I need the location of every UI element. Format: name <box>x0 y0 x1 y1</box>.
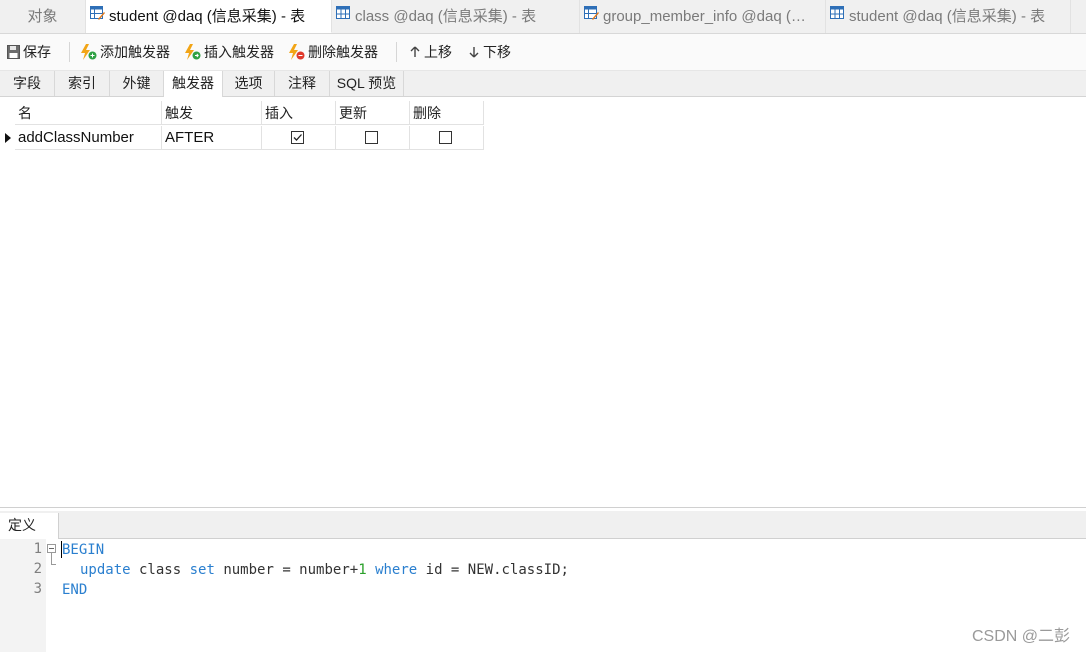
column-header-insert[interactable]: 插入 <box>262 101 336 125</box>
save-icon <box>7 45 20 60</box>
column-header-name[interactable]: 名 <box>15 101 162 125</box>
tab-objects[interactable]: 对象 <box>0 0 86 33</box>
current-row-indicator <box>5 133 11 143</box>
code-text: number = number+ <box>214 562 359 578</box>
insert-trigger-icon <box>185 44 201 61</box>
tab-foreign-keys[interactable]: 外键 <box>110 71 164 96</box>
insert-cell <box>262 126 336 150</box>
move-up-button[interactable]: 上移 <box>409 34 452 70</box>
delete-trigger-button[interactable]: 删除触发器 <box>288 34 378 70</box>
tab-student-design[interactable]: student @daq (信息采集) - 表 <box>86 0 332 33</box>
tab-comments[interactable]: 注释 <box>275 71 330 96</box>
toolbar-divider <box>69 42 70 62</box>
tab-student-table[interactable]: student @daq (信息采集) - 表 <box>826 0 1071 33</box>
code-line-3: END <box>62 580 87 600</box>
table-icon <box>830 0 845 32</box>
delete-cell <box>410 126 484 150</box>
code-text: class <box>130 562 190 578</box>
insert-trigger-button[interactable]: 插入触发器 <box>184 34 274 70</box>
trigger-definition-editor[interactable]: 1 2 3 BEGIN update class set number = nu… <box>0 539 1086 652</box>
toolbar: 保存 添加触发器 插入触发器 删除触发器 上移 下移 <box>0 34 1086 71</box>
tab-label: student @daq (信息采集) - 表 <box>849 8 1046 25</box>
table-design-icon <box>584 0 599 32</box>
tab-class-table[interactable]: class @daq (信息采集) - 表 <box>332 0 580 33</box>
table-design-icon <box>90 0 105 32</box>
keyword: set <box>189 562 215 578</box>
line-number-gutter: 1 2 3 <box>0 539 46 652</box>
fold-toggle-icon[interactable] <box>47 544 56 553</box>
column-header-update[interactable]: 更新 <box>336 101 410 125</box>
arrow-up-icon <box>410 46 420 58</box>
keyword: END <box>62 582 88 598</box>
line-number: 3 <box>33 581 42 597</box>
add-trigger-button[interactable]: 添加触发器 <box>80 34 170 70</box>
insert-checkbox[interactable] <box>291 131 304 144</box>
fold-guide-end <box>51 564 56 565</box>
keyword: BEGIN <box>62 542 105 558</box>
keyword: where <box>375 562 418 578</box>
definition-tab-bar: 定义 <box>0 511 1086 539</box>
update-checkbox[interactable] <box>365 131 378 144</box>
line-number: 2 <box>33 561 42 577</box>
check-icon <box>293 134 302 141</box>
trigger-name-cell[interactable]: addClassNumber <box>15 126 162 150</box>
move-down-button[interactable]: 下移 <box>468 34 511 70</box>
tab-triggers[interactable]: 触发器 <box>164 71 223 97</box>
tab-label: student @daq (信息采集) - 表 <box>109 8 306 25</box>
designer-tab-bar: 字段 索引 外键 触发器 选项 注释 SQL 预览 <box>0 71 1086 97</box>
number-literal: 1 <box>358 562 367 578</box>
add-trigger-label: 添加触发器 <box>100 44 170 60</box>
tab-label: class @daq (信息采集) - 表 <box>355 8 537 25</box>
insert-trigger-label: 插入触发器 <box>204 44 274 60</box>
arrow-down-icon <box>469 47 479 58</box>
tab-sql-preview[interactable]: SQL 预览 <box>330 71 404 96</box>
save-button[interactable]: 保存 <box>7 34 51 70</box>
tab-label: 对象 <box>27 8 58 25</box>
tab-indexes[interactable]: 索引 <box>55 71 110 96</box>
keyword: update <box>80 562 131 578</box>
delete-trigger-label: 删除触发器 <box>308 44 378 60</box>
watermark: CSDN @二彭 <box>971 628 1070 645</box>
delete-trigger-icon <box>289 44 305 61</box>
code-line-1: BEGIN <box>62 540 104 560</box>
trigger-grid: 名 触发 插入 更新 删除 addClassNumber AFTER <box>0 97 1086 508</box>
tab-fields[interactable]: 字段 <box>0 71 55 96</box>
save-label: 保存 <box>23 44 51 60</box>
table-icon <box>336 0 351 32</box>
tab-definition[interactable]: 定义 <box>0 513 59 539</box>
tab-options[interactable]: 选项 <box>223 71 275 96</box>
line-number: 1 <box>33 541 42 557</box>
toolbar-divider <box>396 42 397 62</box>
document-tab-bar: 对象 student @daq (信息采集) - 表 class @daq (信… <box>0 0 1086 34</box>
column-header-timing[interactable]: 触发 <box>162 101 262 125</box>
tab-group-member-info[interactable]: group_member_info @daq (… <box>580 0 826 33</box>
update-cell <box>336 126 410 150</box>
trigger-timing-cell[interactable]: AFTER <box>162 126 262 150</box>
add-trigger-icon <box>81 44 97 61</box>
column-header-delete[interactable]: 删除 <box>410 101 484 125</box>
code-line-2: update class set number = number+1 where… <box>80 560 569 580</box>
delete-checkbox[interactable] <box>439 131 452 144</box>
code-text: id = NEW.classID; <box>417 562 569 578</box>
tab-label: group_member_info @daq (… <box>603 8 806 25</box>
move-down-label: 下移 <box>483 44 511 60</box>
move-up-label: 上移 <box>424 44 452 60</box>
